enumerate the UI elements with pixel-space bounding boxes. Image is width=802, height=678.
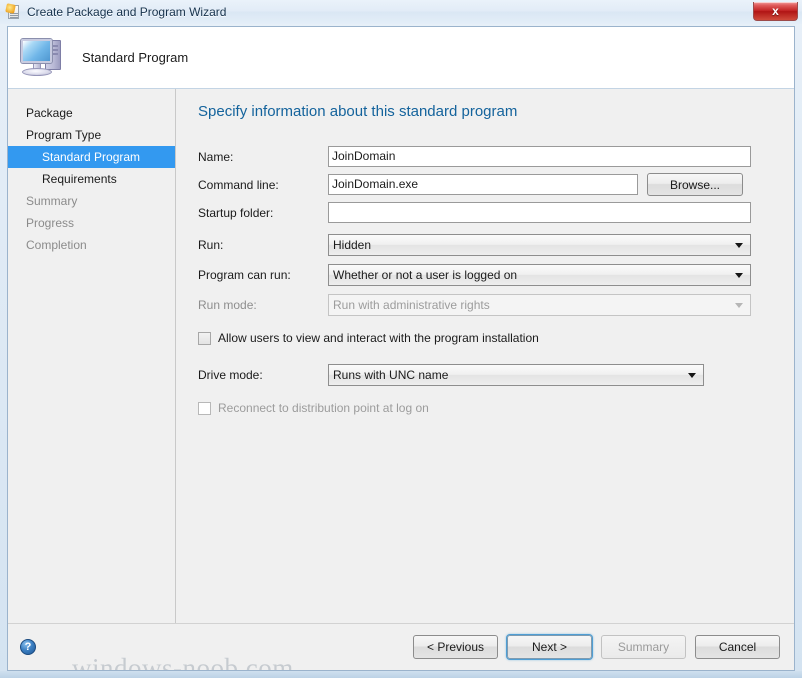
title-bar: Create Package and Program Wizard x [0, 0, 802, 24]
help-icon[interactable]: ? [20, 639, 36, 655]
chevron-down-icon [735, 302, 743, 308]
program-can-run-dropdown-value: Whether or not a user is logged on [333, 267, 518, 282]
command-line-label: Command line: [198, 177, 279, 192]
name-input[interactable]: JoinDomain [328, 146, 751, 167]
previous-button[interactable]: < Previous [413, 635, 498, 659]
sidebar-item-program-type[interactable]: Program Type [8, 124, 175, 146]
allow-users-interact-row[interactable]: Allow users to view and interact with th… [198, 331, 774, 345]
startup-folder-label: Startup folder: [198, 205, 274, 220]
cancel-button[interactable]: Cancel [695, 635, 780, 659]
reconnect-label: Reconnect to distribution point at log o… [218, 401, 429, 415]
wizard-content: Specify information about this standard … [176, 89, 794, 623]
summary-button: Summary [601, 635, 686, 659]
wizard-body: Package Program Type Standard Program Re… [8, 89, 794, 623]
wizard-package-icon [5, 3, 22, 20]
browse-button[interactable]: Browse... [647, 173, 743, 196]
field-row-drive-mode: Drive mode: Runs with UNC name [198, 363, 774, 386]
window-title: Create Package and Program Wizard [27, 5, 227, 19]
drive-mode-label: Drive mode: [198, 367, 263, 382]
chevron-down-icon [735, 272, 743, 278]
drive-mode-dropdown-value: Runs with UNC name [333, 367, 449, 382]
field-row-program-can-run: Program can run: Whether or not a user i… [198, 263, 774, 286]
watermark: windows-noob.com [72, 653, 294, 671]
wizard-step-title: Standard Program [82, 50, 189, 65]
run-mode-dropdown: Run with administrative rights [328, 293, 751, 316]
chevron-down-icon [735, 242, 743, 248]
startup-folder-input[interactable] [328, 202, 751, 223]
program-can-run-dropdown[interactable]: Whether or not a user is logged on [328, 263, 751, 286]
wizard-footer: ? windows-noob.com < Previous Next > Sum… [8, 623, 794, 670]
reconnect-row: Reconnect to distribution point at log o… [198, 401, 774, 415]
wizard-window: Create Package and Program Wizard x Stan… [0, 0, 802, 678]
command-line-input[interactable]: JoinDomain.exe [328, 174, 638, 195]
name-label: Name: [198, 149, 234, 164]
program-can-run-label: Program can run: [198, 267, 291, 282]
close-icon: x [772, 4, 779, 18]
window-bottom-frame [0, 671, 802, 678]
chevron-down-icon [688, 372, 696, 378]
run-label: Run: [198, 237, 224, 252]
field-row-run: Run: Hidden [198, 233, 774, 256]
page-title: Specify information about this standard … [198, 103, 518, 120]
reconnect-checkbox [198, 401, 211, 415]
sidebar-item-completion[interactable]: Completion [8, 234, 175, 256]
run-mode-dropdown-value: Run with administrative rights [333, 297, 490, 312]
sidebar-item-requirements[interactable]: Requirements [8, 168, 175, 190]
sidebar-item-package[interactable]: Package [8, 102, 175, 124]
field-row-name: Name: JoinDomain [198, 146, 774, 167]
field-row-command-line: Command line: JoinDomain.exe Browse... [198, 173, 774, 196]
drive-mode-dropdown[interactable]: Runs with UNC name [328, 363, 704, 386]
sidebar-item-standard-program[interactable]: Standard Program [8, 146, 175, 168]
run-mode-label: Run mode: [198, 297, 257, 312]
footer-button-group: < Previous Next > Summary Cancel [413, 635, 780, 659]
close-button[interactable]: x [753, 2, 798, 21]
run-dropdown-value: Hidden [333, 237, 372, 252]
wizard-header: Standard Program [8, 27, 794, 89]
allow-users-interact-checkbox[interactable] [198, 331, 211, 345]
field-row-run-mode: Run mode: Run with administrative rights [198, 293, 774, 316]
field-row-startup-folder: Startup folder: [198, 202, 774, 223]
sidebar-item-summary[interactable]: Summary [8, 190, 175, 212]
sidebar-item-progress[interactable]: Progress [8, 212, 175, 234]
wizard-sidebar: Package Program Type Standard Program Re… [8, 89, 176, 623]
run-dropdown[interactable]: Hidden [328, 233, 751, 256]
wizard-client-area: Standard Program Package Program Type St… [7, 26, 795, 671]
allow-users-interact-label: Allow users to view and interact with th… [218, 331, 539, 345]
next-button[interactable]: Next > [507, 635, 592, 659]
computer-icon [18, 35, 70, 81]
